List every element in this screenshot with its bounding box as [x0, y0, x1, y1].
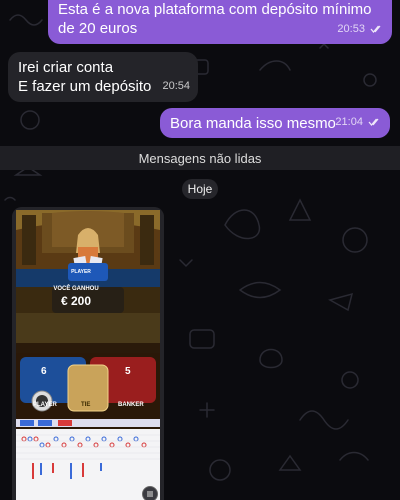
message-outgoing-2[interactable]: Bora manda isso mesmo 21:04: [160, 108, 390, 138]
media-options-button[interactable]: [142, 486, 158, 500]
message-meta: 21:04: [335, 113, 382, 132]
read-ticks-icon: [368, 118, 379, 127]
date-label: Hoje: [187, 182, 213, 196]
banker-score: 5: [125, 366, 131, 377]
message-time: 20:53: [337, 23, 365, 35]
message-time: 21:04: [335, 116, 363, 128]
date-separator: Hoje: [182, 179, 218, 199]
game-screenshot-image: [12, 207, 164, 500]
message-outgoing-1[interactable]: Esta é a nova plataforma com depósito mí…: [48, 0, 392, 44]
player-bet-label: PLAYER: [33, 402, 57, 408]
banker-bet-label: BANKER: [118, 402, 144, 408]
won-amount: € 200: [60, 294, 92, 308]
read-ticks-icon: [370, 25, 381, 34]
player-label: PLAYER: [71, 269, 91, 275]
message-incoming-1[interactable]: Irei criar conta E fazer um depósito 20:…: [8, 52, 198, 102]
unread-divider-label: Mensagens não lidas: [138, 150, 262, 166]
won-label: VOCÊ GANHOU: [53, 286, 99, 292]
player-score: 6: [41, 366, 47, 377]
tie-bet-label: TIE: [81, 402, 91, 408]
media-message[interactable]: [12, 207, 164, 500]
message-time: 20:54: [162, 80, 190, 92]
message-meta: 20:54: [162, 77, 190, 96]
message-meta: 20:53: [337, 20, 384, 39]
message-text: Esta é a nova plataforma com depósito mí…: [58, 1, 372, 37]
menu-icon: [147, 491, 153, 497]
message-line: Irei criar conta: [18, 59, 114, 76]
unread-messages-divider: Mensagens não lidas: [0, 146, 400, 170]
